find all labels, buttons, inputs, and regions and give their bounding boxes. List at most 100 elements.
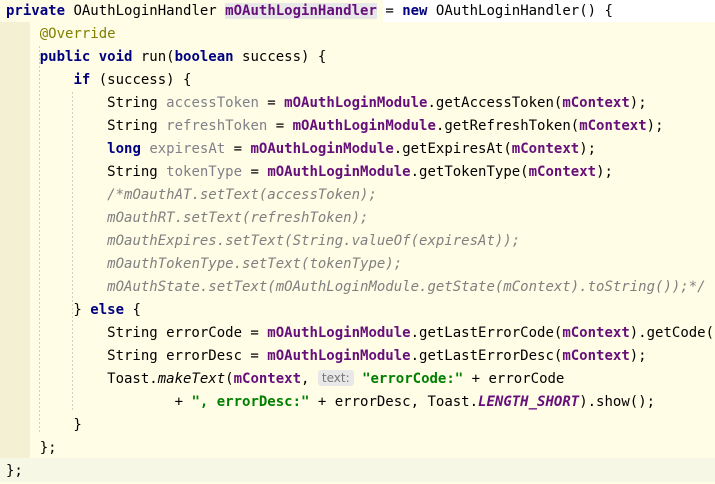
code-line[interactable]: + ", errorDesc:" + errorDesc, Toast.LENG… (6, 392, 715, 415)
code-token: + errorDesc, Toast. (309, 394, 479, 410)
code-line[interactable]: }; (6, 438, 715, 461)
code-token: mOAuthLoginModule (250, 141, 394, 157)
code-token: .getLastErrorCode( (410, 325, 563, 341)
code-token: = (225, 141, 251, 157)
code-line[interactable]: } else { (6, 300, 715, 323)
code-token: String (6, 95, 167, 111)
code-token: ); (629, 348, 647, 364)
code-token: ", errorDesc:" (191, 394, 310, 410)
code-token: String errorCode = (6, 325, 268, 341)
code-token: accessToken (166, 95, 259, 111)
code-token: mContext (511, 141, 580, 157)
code-token: new (402, 3, 428, 19)
code-line[interactable]: long expiresAt = mOAuthLoginModule.getEx… (6, 139, 715, 162)
code-token: mOAuthLoginModule (284, 95, 428, 111)
code-line[interactable]: mOauthTokenType.setText(tokenType); (6, 254, 715, 277)
code-token: mOAuthLoginModule (267, 164, 411, 180)
code-line[interactable]: Toast.makeText(mContext, text: "errorCod… (6, 369, 715, 392)
code-line[interactable]: public void run(boolean success) { (6, 47, 715, 70)
code-token: + errorCode (463, 371, 565, 387)
code-token: ).show(); (579, 394, 656, 410)
code-line[interactable]: }; (6, 461, 715, 484)
code-line[interactable]: String refreshToken = mOAuthLoginModule.… (6, 116, 715, 139)
code-token: run( (132, 49, 175, 65)
code-token: , (301, 371, 318, 387)
code-token: ).getCode(); (629, 325, 715, 341)
code-token: OAuthLoginHandler (65, 3, 226, 19)
code-token: = (258, 95, 285, 111)
code-token: } (6, 417, 82, 433)
code-token: } (6, 302, 91, 318)
code-token: ); (629, 95, 647, 111)
code-token: mOAuthLoginModule (267, 348, 411, 364)
code-line[interactable]: String accessToken = mOAuthLoginModule.g… (6, 93, 715, 116)
code-line[interactable]: /*mOauthAT.setText(accessToken); (6, 185, 715, 208)
code-token: .getAccessToken( (427, 95, 563, 111)
code-editor[interactable]: private OAuthLoginHandler mOAuthLoginHan… (6, 1, 715, 484)
code-token: { (124, 302, 141, 318)
code-token: private (6, 3, 66, 19)
code-token: mContext (528, 164, 597, 180)
code-line[interactable]: mOAuthState.setText(mOAuthLoginModule.ge… (6, 277, 715, 300)
code-token: boolean (174, 49, 234, 65)
code-token: = (376, 3, 403, 19)
code-token: mOAuthLoginModule (292, 118, 436, 134)
code-token: @Override (39, 26, 116, 42)
code-token: .getTokenType( (410, 164, 529, 180)
code-token: makeText (157, 371, 226, 387)
code-token: long (107, 141, 141, 157)
code-token: .getLastErrorDesc( (410, 348, 563, 364)
code-token: ); (579, 141, 597, 157)
code-token: "errorCode:" (362, 371, 464, 387)
code-token: }; (6, 440, 57, 456)
code-line[interactable]: mOauthExpires.setText(String.valueOf(exp… (6, 231, 715, 254)
code-token: ( (225, 371, 234, 387)
code-line[interactable]: if (success) { (6, 70, 715, 93)
code-line[interactable]: String tokenType = mOAuthLoginModule.get… (6, 162, 715, 185)
code-token: mContext (579, 118, 647, 134)
code-line[interactable]: private OAuthLoginHandler mOAuthLoginHan… (6, 1, 715, 24)
code-token: mOauthRT.setText(refreshToken); (107, 210, 369, 226)
code-token: + (6, 394, 192, 410)
code-token: refreshToken (166, 118, 268, 134)
code-token: .getExpiresAt( (393, 141, 512, 157)
code-token: expiresAt (149, 141, 226, 157)
code-token: public void (39, 49, 133, 65)
code-token: ); (646, 118, 664, 134)
code-line[interactable]: } (6, 415, 715, 438)
code-token: String errorDesc = (6, 348, 268, 364)
code-token: mOAuthState.setText(mOAuthLoginModule.ge… (107, 279, 706, 295)
code-token: mContext (233, 371, 302, 387)
code-line[interactable]: String errorCode = mOAuthLoginModule.get… (6, 323, 715, 346)
code-line[interactable]: String errorDesc = mOAuthLoginModule.get… (6, 346, 715, 369)
code-token: mContext (562, 95, 630, 111)
code-line[interactable]: @Override (6, 24, 715, 47)
code-line[interactable]: mOauthRT.setText(refreshToken); (6, 208, 715, 231)
code-token: .getRefreshToken( (435, 118, 580, 134)
code-token: mContext (562, 348, 630, 364)
code-token: mOAuthLoginHandler (225, 3, 377, 19)
code-token: mOauthExpires.setText(String.valueOf(exp… (107, 233, 521, 249)
code-token: }; (6, 463, 23, 479)
code-token: = (242, 164, 268, 180)
code-token: success) { (233, 49, 327, 65)
code-token: Toast. (6, 371, 158, 387)
code-token: String (6, 118, 167, 134)
code-token: mOAuthLoginModule (267, 325, 411, 341)
code-token: String (6, 164, 167, 180)
code-token: ); (596, 164, 613, 180)
parameter-hint: text: (317, 370, 354, 386)
code-token: /*mOauthAT.setText(accessToken); (107, 187, 377, 203)
code-token: tokenType (166, 164, 243, 180)
code-token: if (73, 72, 91, 88)
code-token: else (90, 302, 125, 318)
